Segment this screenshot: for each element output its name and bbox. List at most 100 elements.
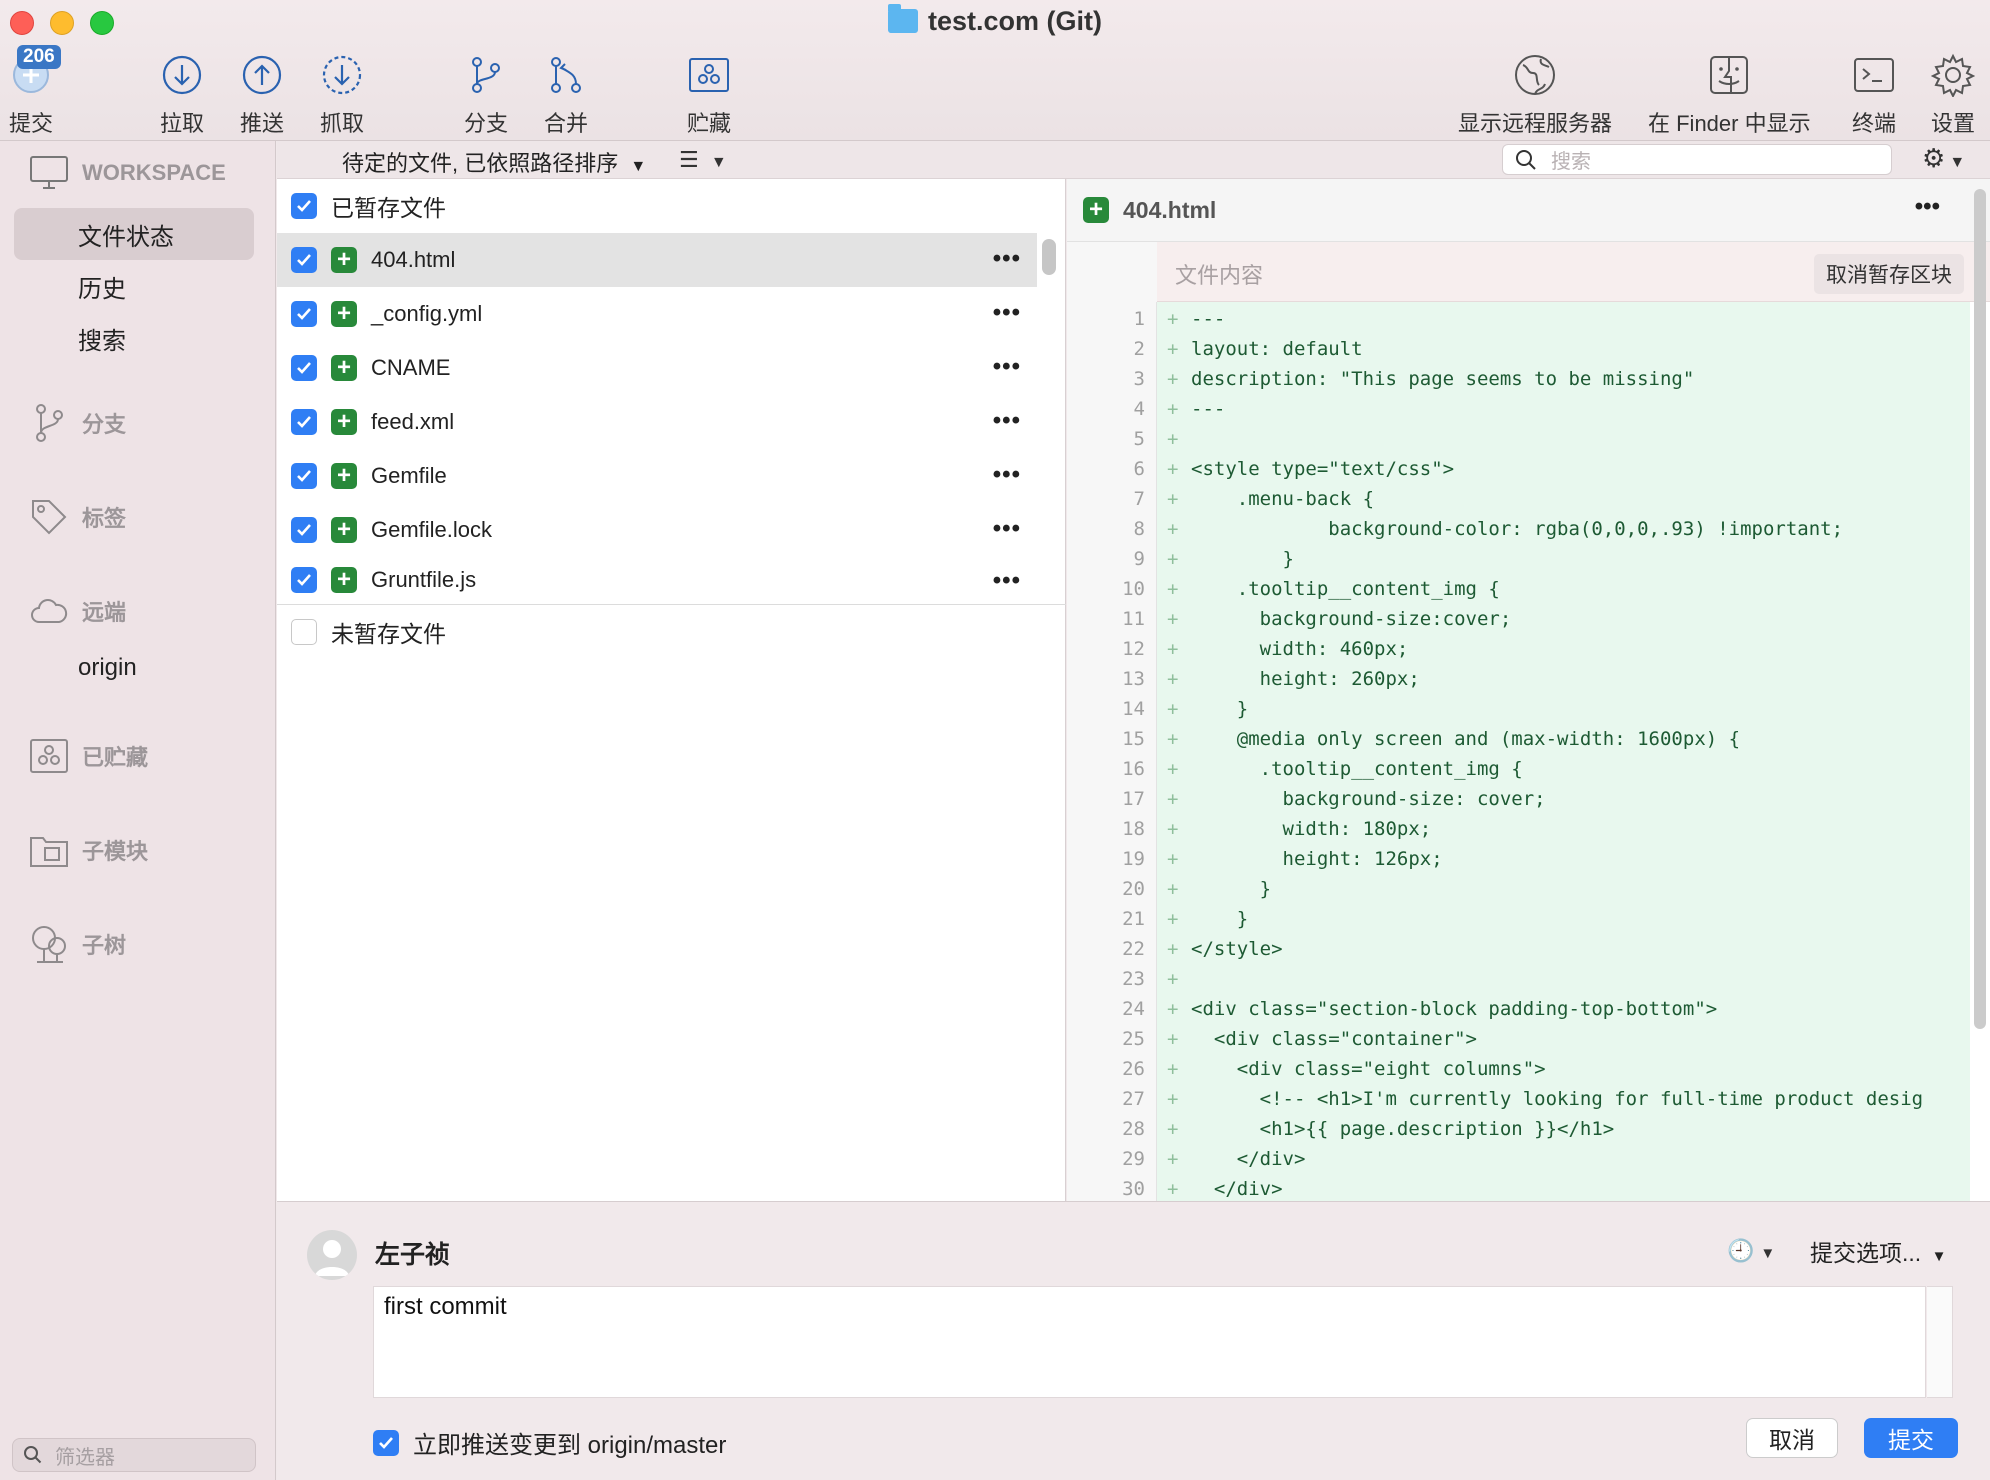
merge-button[interactable]: 合并 (543, 52, 589, 138)
sidebar-section-tags[interactable]: 标签 (28, 496, 126, 538)
show-remote-button[interactable]: 显示远程服务器 (1458, 52, 1612, 138)
commit-button[interactable]: 提交 (1864, 1418, 1958, 1458)
code-text: .tooltip__content_img { (1191, 578, 1500, 600)
branch-button[interactable]: 分支 (463, 52, 509, 138)
fetch-icon (319, 52, 365, 98)
checkbox-checked[interactable] (291, 355, 317, 381)
line-number: 9 (1133, 548, 1145, 570)
code-text: background-size: cover; (1191, 788, 1546, 810)
added-marker: + (1167, 368, 1179, 390)
staged-files-header[interactable]: 已暂存文件 (277, 179, 1066, 233)
file-row[interactable]: + CNAME ••• (277, 341, 1037, 395)
show-in-finder-button[interactable]: 在 Finder 中显示 (1648, 52, 1811, 138)
search-input[interactable]: 搜索 (1502, 144, 1892, 175)
file-list-panel: 已暂存文件 + 404.html ••• + _config.yml ••• +… (277, 179, 1066, 1201)
file-row[interactable]: + Gemfile ••• (277, 449, 1037, 503)
unstaged-files-header[interactable]: 未暂存文件 (277, 605, 1066, 659)
sidebar-item-search[interactable]: 搜索 (14, 312, 254, 364)
sidebar-section-submodules[interactable]: 子模块 (28, 829, 148, 871)
more-options-icon[interactable]: ••• (993, 245, 1021, 273)
file-row[interactable]: + Gruntfile.js ••• (277, 557, 1037, 603)
checkbox-checked[interactable] (373, 1429, 399, 1456)
sidebar-section-branches[interactable]: 分支 (28, 402, 126, 444)
line-number: 29 (1122, 1148, 1145, 1170)
code-text: background-size:cover; (1191, 608, 1512, 630)
more-options-icon[interactable]: ••• (993, 567, 1021, 595)
checkbox-unchecked[interactable] (291, 619, 317, 645)
gear-icon (1930, 52, 1976, 98)
sidebar-section-subtrees[interactable]: 子树 (28, 923, 126, 965)
diff-line: 8 + background-color: rgba(0,0,0,.93) !im… (1067, 514, 1970, 544)
more-options-icon[interactable]: ••• (993, 299, 1021, 327)
added-marker: + (1167, 1178, 1179, 1200)
more-options-icon[interactable]: ••• (1915, 193, 1940, 221)
diff-scrollbar[interactable] (1974, 189, 1986, 1029)
unstage-hunk-button[interactable]: 取消暂存区块 (1814, 254, 1964, 294)
fetch-button[interactable]: 抓取 (319, 52, 365, 138)
push-icon (239, 52, 285, 98)
more-options-icon[interactable]: ••• (993, 353, 1021, 381)
settings-button[interactable]: 设置 (1930, 52, 1976, 138)
line-number: 25 (1122, 1028, 1145, 1050)
monitor-icon (28, 152, 70, 194)
chevron-down-icon: ▼ (630, 158, 647, 175)
commit-history-dropdown[interactable]: 🕘 ▼ (1727, 1238, 1775, 1264)
file-row[interactable]: + 404.html ••• (277, 233, 1037, 287)
diff-file-name: 404.html (1123, 196, 1217, 223)
added-marker: + (1167, 728, 1179, 750)
action-gear-dropdown[interactable]: ⚙ ▼ (1922, 143, 1965, 174)
push-immediately-option[interactable]: 立即推送变更到 origin/master (373, 1425, 726, 1460)
commit-message-input[interactable]: first commit (373, 1286, 1926, 1398)
sidebar-item-origin[interactable]: origin (14, 642, 254, 694)
stash-icon (686, 52, 732, 98)
pull-button[interactable]: 拉取 (159, 52, 205, 138)
added-marker: + (1167, 1088, 1179, 1110)
checkbox-checked[interactable] (291, 193, 317, 219)
file-row[interactable]: + _config.yml ••• (277, 287, 1037, 341)
file-name: Gemfile (371, 463, 447, 488)
sidebar-section-stashes[interactable]: 已贮藏 (28, 735, 148, 777)
push-button[interactable]: 推送 (239, 52, 285, 138)
checkbox-checked[interactable] (291, 567, 317, 593)
file-name: Gruntfile.js (371, 567, 477, 592)
diff-line: 12 + width: 460px; (1067, 634, 1970, 664)
more-options-icon[interactable]: ••• (993, 461, 1021, 489)
view-mode-dropdown[interactable]: ☰ ▼ (679, 147, 727, 173)
cancel-button[interactable]: 取消 (1746, 1418, 1838, 1458)
checkbox-checked[interactable] (291, 463, 317, 489)
sort-dropdown[interactable]: 待定的文件, 已依照路径排序 ▼ (342, 146, 646, 178)
diff-line: 14 + } (1067, 694, 1970, 724)
sidebar-filter-input[interactable]: 筛选器 (12, 1438, 256, 1472)
checkbox-checked[interactable] (291, 517, 317, 543)
sidebar-section-remotes[interactable]: 远端 (28, 590, 126, 632)
line-number: 3 (1133, 368, 1145, 390)
file-row[interactable]: + feed.xml ••• (277, 395, 1037, 449)
diff-line: 7 + .menu-back { (1067, 484, 1970, 514)
chevron-down-icon: ▼ (1949, 154, 1966, 171)
checkbox-checked[interactable] (291, 247, 317, 273)
diff-code-view[interactable]: 1 + --- 2 + layout: default 3 + description: "Th… (1067, 302, 1970, 1201)
list-icon: ☰ (679, 147, 699, 172)
file-name: feed.xml (371, 409, 455, 434)
terminal-button[interactable]: 终端 (1851, 52, 1897, 138)
hunk-header: 文件内容 取消暂存区块 (1157, 242, 1990, 302)
more-options-icon[interactable]: ••• (993, 515, 1021, 543)
window-title: test.com (Git) (0, 4, 1990, 37)
stash-button[interactable]: 贮藏 (686, 52, 732, 138)
commit-options-dropdown[interactable]: 提交选项... ▼ (1810, 1234, 1946, 1268)
checkbox-checked[interactable] (291, 409, 317, 435)
checkbox-checked[interactable] (291, 301, 317, 327)
code-text: height: 260px; (1191, 668, 1420, 690)
tag-icon (28, 496, 70, 538)
sidebar-item-file-status[interactable]: 文件状态 (14, 208, 254, 260)
staged-list-scrollbar[interactable] (1042, 239, 1056, 275)
file-row[interactable]: + Gemfile.lock ••• (277, 503, 1037, 557)
added-marker: + (1167, 1148, 1179, 1170)
line-number: 15 (1122, 728, 1145, 750)
line-number: 19 (1122, 848, 1145, 870)
diff-line: 22 + </style> (1067, 934, 1970, 964)
sidebar-item-history[interactable]: 历史 (14, 260, 254, 312)
added-marker: + (1167, 488, 1179, 510)
more-options-icon[interactable]: ••• (993, 407, 1021, 435)
commit-message-scrollbar[interactable] (1927, 1286, 1953, 1398)
